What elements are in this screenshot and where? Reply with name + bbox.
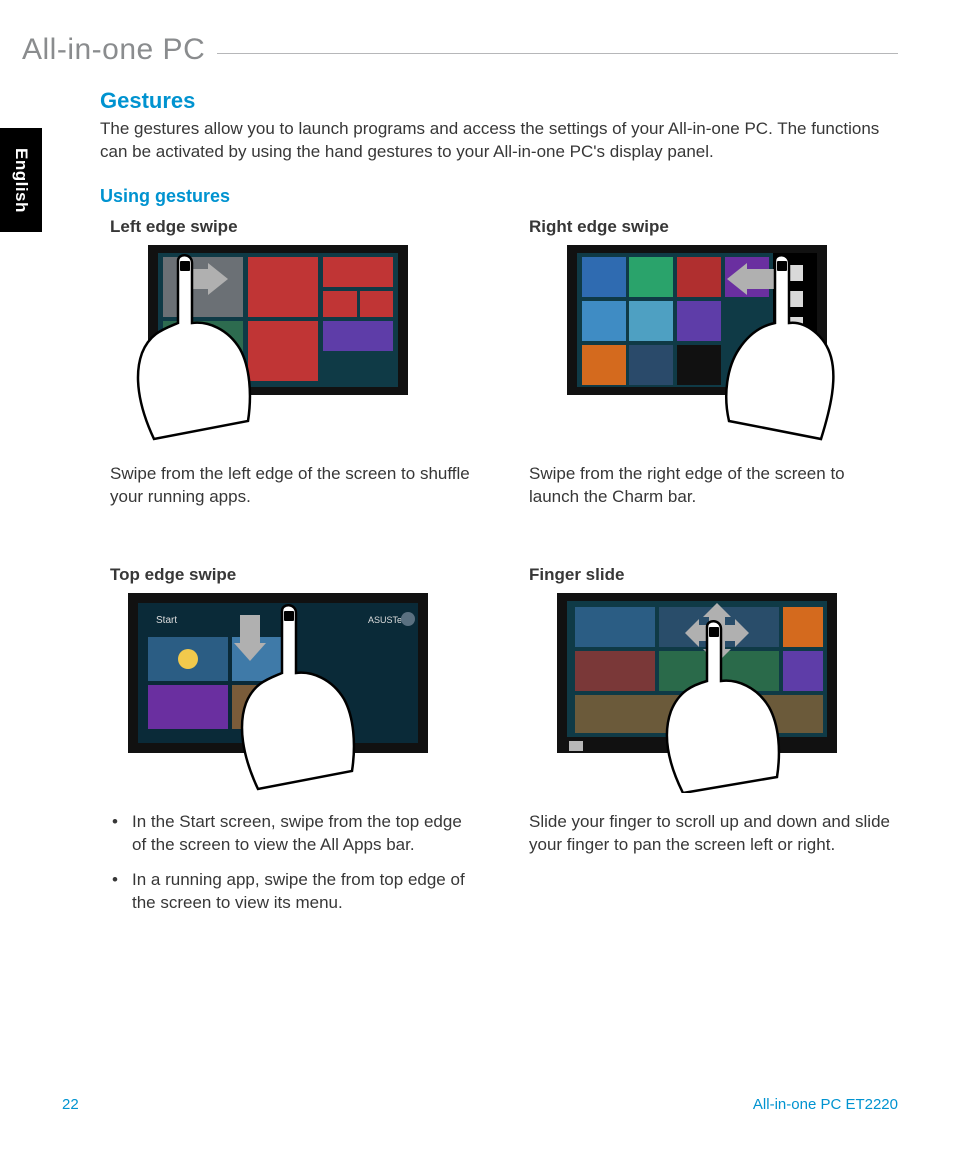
bullet-item: In a running app, swipe the from top edg… [110,869,479,915]
section-intro: The gestures allow you to launch program… [100,118,898,164]
language-tab: English [0,128,42,232]
page-number: 22 [62,1096,79,1113]
gesture-illustration [128,245,428,445]
gesture-left-edge: Left edge swipe [100,217,479,509]
gesture-caption: Swipe from the right edge of the screen … [529,463,898,509]
gesture-right-edge: Right edge swipe [519,217,898,509]
page-footer: 22 All-in-one PC ET2220 [62,1096,898,1113]
gesture-illustration [547,593,847,793]
gesture-finger-slide: Finger slide [519,565,898,927]
footer-model: All-in-one PC ET2220 [753,1096,898,1113]
gesture-illustration [547,245,847,445]
page-header: All-in-one PC [22,30,898,70]
header-rule [217,53,898,54]
bullet-item: In the Start screen, swipe from the top … [110,811,479,857]
gesture-title: Left edge swipe [110,217,479,237]
gesture-caption: Swipe from the left edge of the screen t… [110,463,479,509]
product-line-title: All-in-one PC [22,33,217,67]
gesture-caption: Slide your finger to scroll up and down … [529,811,898,857]
gesture-top-edge: Top edge swipe Start ASUSTeK [100,565,479,927]
page-content: Gestures The gestures allow you to launc… [100,88,898,927]
section-title: Gestures [100,88,898,114]
gesture-title: Top edge swipe [110,565,479,585]
gestures-grid: Left edge swipe [100,217,898,927]
svg-text:Start: Start [156,615,177,626]
gesture-illustration: Start ASUSTeK [128,593,428,793]
gesture-bullets: In the Start screen, swipe from the top … [110,811,479,915]
gesture-title: Right edge swipe [529,217,898,237]
section-subheading: Using gestures [100,186,898,207]
gesture-title: Finger slide [529,565,898,585]
